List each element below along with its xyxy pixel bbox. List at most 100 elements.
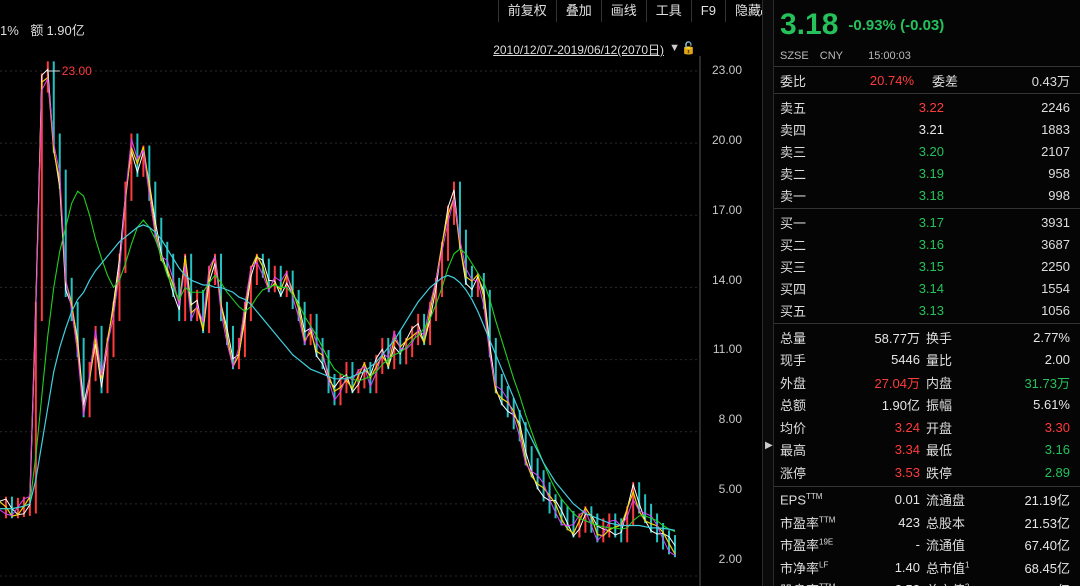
ask-level-row[interactable]: 卖五 3.22 2246 [774, 96, 1080, 118]
meta-line: SZSE CNY 15:00:03 [774, 50, 1080, 66]
stat-row: 涨停 3.53 跌停 2.89 [774, 461, 1080, 484]
bid-level-price: 3.14 [918, 280, 944, 296]
weibi-value: 20.74% [869, 72, 914, 88]
weibi-row: 委比 20.74% 委差 0.43万 [774, 69, 1080, 91]
bid-level-row[interactable]: 买五 3.13 1056 [774, 299, 1080, 321]
fundamental-label: 市盈率19E [774, 535, 864, 554]
ma3-line [0, 76, 676, 556]
bid-level-price: 3.16 [918, 236, 944, 252]
fundamental-label-text: 市盈率 [780, 515, 820, 531]
stat-label: 换手 [926, 330, 953, 346]
fundamental-value: 423 [898, 514, 920, 530]
panel-divider[interactable]: ▶ [762, 0, 774, 586]
ask-level-volume: 2107 [1041, 143, 1070, 159]
overlay-button[interactable]: 叠加 [555, 0, 601, 22]
bid-level-row[interactable]: 买四 3.14 1554 [774, 277, 1080, 299]
fundamental-value: 1.40 [894, 559, 920, 575]
y-tick-label: 11.00 [712, 342, 742, 357]
bid-levels: 买一 3.17 3931 买二 3.16 3687 买三 3.15 2250 买四 3.14 1554… [774, 208, 1080, 323]
y-tick-label: 14.00 [711, 272, 742, 287]
fundamental-value: 0.01 [894, 492, 920, 508]
stat-label: 内盘 [926, 375, 953, 391]
ask-level-row[interactable]: 卖二 3.19 958 [774, 162, 1080, 184]
ask-level-price: 3.20 [918, 143, 944, 159]
ma1-line [0, 68, 676, 546]
stat-label: 均价 [780, 420, 807, 436]
y-tick-label: 8.00 [718, 412, 742, 427]
kline-chart[interactable]: 23.00 [0, 56, 715, 586]
bid-level-price: 3.15 [918, 258, 944, 274]
ask-level-row[interactable]: 卖四 3.21 1883 [774, 118, 1080, 140]
ask-level-label: 卖三 [780, 144, 807, 160]
stat-label: 最高 [780, 443, 807, 459]
fundamental-label: 股息率TTM [774, 580, 864, 586]
bid-level-label: 买二 [780, 237, 807, 253]
adjust-forward-button[interactable]: 前复权 [497, 0, 556, 22]
ask-level-row[interactable]: 卖三 3.20 2107 [774, 140, 1080, 162]
stat-row: 现手 5446 量比 2.00 [774, 349, 1080, 372]
bid-level-price: 3.17 [918, 214, 944, 230]
amount-value: 1.90亿 [46, 23, 85, 38]
ask-level-price: 3.21 [918, 121, 944, 137]
stat-value: 31.73万 [1024, 375, 1070, 391]
lock-icon[interactable]: 🔓 [681, 41, 696, 55]
bid-level-row[interactable]: 买三 3.15 2250 [774, 255, 1080, 277]
stat-value: 2.77% [1033, 329, 1070, 345]
stat-value: 3.30 [1044, 419, 1070, 435]
fundamental-label-text: EPS [780, 492, 807, 508]
fundamental-label-sup: 19E [819, 537, 834, 547]
max-marker-label: 23.00 [62, 64, 92, 78]
collapse-arrow-icon[interactable]: ▶ [765, 440, 773, 451]
ask-level-row[interactable]: 卖一 3.18 998 [774, 184, 1080, 206]
triangle-down-icon[interactable]: ▼ [669, 42, 680, 54]
fundamental-label: 流通值 [924, 535, 980, 554]
stat-row: 外盘 27.04万 内盘 31.73万 [774, 371, 1080, 394]
bid-level-label: 买三 [780, 259, 807, 275]
bid-level-label: 买一 [780, 215, 807, 231]
stat-label: 总额 [780, 398, 807, 414]
fundamental-label: EPSTTM [774, 492, 864, 507]
bid-level-row[interactable]: 买一 3.17 3931 [774, 211, 1080, 233]
fundamental-row: 市盈率19E - 流通值 67.40亿 [774, 534, 1080, 557]
bid-level-row[interactable]: 买二 3.16 3687 [774, 233, 1080, 255]
fundamental-label: 总市值1 [924, 558, 980, 577]
bid-level-volume: 3931 [1041, 214, 1070, 230]
fundamental-label: 总市值2 [924, 580, 980, 586]
y-tick-label: 17.00 [711, 202, 742, 217]
stat-label: 涨停 [780, 465, 807, 481]
fundamental-label: 市净率LF [774, 558, 864, 577]
fundamental-label-text: 市净率 [780, 560, 820, 576]
ask-level-label: 卖四 [780, 122, 807, 138]
tools-button[interactable]: 工具 [645, 0, 691, 22]
weicha-label: 委差 [932, 73, 959, 89]
fundamental-label: 总股本 [924, 513, 980, 532]
bid-level-label: 买五 [780, 303, 807, 319]
stat-value: 3.24 [894, 419, 920, 435]
stat-value: 1.90亿 [881, 398, 920, 414]
chart-pane: 前复权 叠加 画线 工具 F9 隐藏▸ 1% 额1.90亿 2010/12/07… [0, 0, 770, 586]
price-change: -0.93% (-0.03) [848, 16, 945, 34]
fundamental-label-text: 流通值 [926, 538, 966, 554]
stat-row: 总量 58.77万 换手 2.77% [774, 326, 1080, 349]
fundamental-label-sup: TTM [819, 515, 836, 525]
f9-button[interactable]: F9 [690, 0, 725, 22]
trade-stats: 总量 58.77万 换手 2.77% 现手 5446 量比 2.00 外盘 27.04万 内盘 31.… [774, 323, 1080, 486]
ask-level-volume: 1883 [1041, 121, 1070, 137]
fundamental-row: 股息率TTM2.52总市值268.45亿 [774, 579, 1080, 586]
fundamental-label-text: 流通盘 [926, 493, 966, 509]
draw-line-button[interactable]: 画线 [600, 0, 646, 22]
y-tick-label: 23.00 [711, 63, 742, 77]
stat-label: 外盘 [780, 375, 807, 391]
y-tick-label: 20.00 [711, 132, 742, 147]
ask-level-volume: 998 [1048, 187, 1070, 203]
exchange: SZSE [780, 50, 809, 62]
quote-time: 15:00:03 [868, 50, 911, 62]
stat-value: 58.77万 [874, 330, 920, 346]
ask-level-price: 3.22 [918, 99, 944, 115]
stat-value: 3.53 [894, 464, 920, 480]
fundamental-row: 市净率LF 1.40 总市值1 68.45亿 [774, 556, 1080, 579]
ask-level-label: 卖一 [780, 188, 807, 204]
fundamental-value: 21.19亿 [1024, 493, 1070, 509]
bid-level-label: 买四 [780, 281, 807, 297]
stat-value: 5.61% [1033, 397, 1070, 413]
